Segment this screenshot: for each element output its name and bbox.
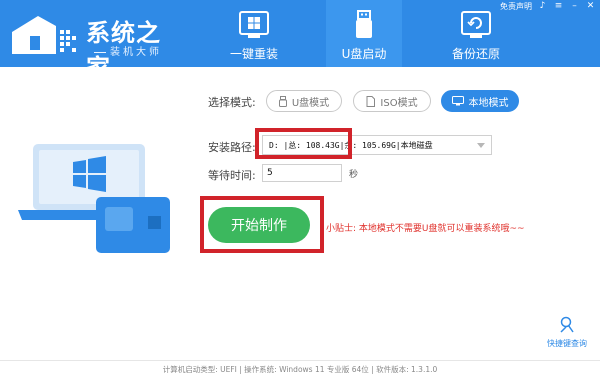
usb-icon [278,95,287,107]
monitor-icon [451,96,464,106]
iso-mode-label: ISO模式 [380,97,418,109]
start-make-button[interactable]: 开始制作 [208,207,310,243]
logo-mark-icon [12,16,76,54]
local-mode-label: 本地模式 [468,97,509,109]
tab-usb-boot[interactable]: U盘启动 [326,0,402,67]
windows-screen-icon [239,11,269,38]
tab-one-click-reinstall[interactable]: 一键重装 [216,0,292,67]
install-path-value: D: |总: 108.43G|余: 105.69G|本地磁盘 [269,141,433,150]
mode-label: 选择模式: [208,96,256,109]
iso-mode-button[interactable]: ISO模式 [353,90,431,112]
brand-subtitle: 装机大师 [90,43,178,69]
disclaimer-link[interactable]: 免责声明 [500,1,532,12]
usb-drive-icon [356,10,372,38]
usb-mode-label: U盘模式 [291,97,330,109]
tab-label: 备份还原 [451,47,500,61]
hotkey-lookup-button[interactable]: 快捷键查询 [544,316,590,349]
app-header: 系统之家 装机大师 一键重装 U盘启动 备份还原 免责声明 ♪ ≡ – ✕ [0,0,600,82]
wait-time-unit: 秒 [349,170,359,180]
tip-text: 小贴士: 本地模式不需要U盘就可以重装系统哦~~ [326,224,525,234]
hotkey-lookup-label: 快捷键查询 [547,339,587,348]
minimize-icon[interactable]: – [569,1,580,12]
app-logo: 系统之家 装机大师 [8,6,178,82]
wait-time-label: 等待时间: [208,169,256,182]
tab-label: U盘启动 [341,47,387,61]
menu-icon[interactable]: ≡ [553,1,564,12]
install-path-select[interactable]: D: |总: 108.43G|余: 105.69G|本地磁盘 [262,135,492,155]
close-icon[interactable]: ✕ [585,1,596,12]
bell-icon[interactable]: ♪ [537,1,548,12]
wait-time-input[interactable] [262,164,342,182]
window-controls: 免责声明 ♪ ≡ – ✕ [500,0,596,12]
laptop-usb-illustration [18,144,170,253]
tab-label: 一键重装 [229,47,278,61]
status-footer: 计算机启动类型: UEFI | 操作系统: Windows 11 专业版 64位… [0,360,600,377]
usb-mode-button[interactable]: U盘模式 [266,90,342,112]
hotkey-search-icon [560,316,574,333]
local-mode-button[interactable]: 本地模式 [441,90,519,112]
chevron-down-icon [477,143,485,148]
backup-restore-icon [461,11,491,38]
install-path-label: 安装路径: [208,141,256,154]
file-icon [366,95,376,107]
